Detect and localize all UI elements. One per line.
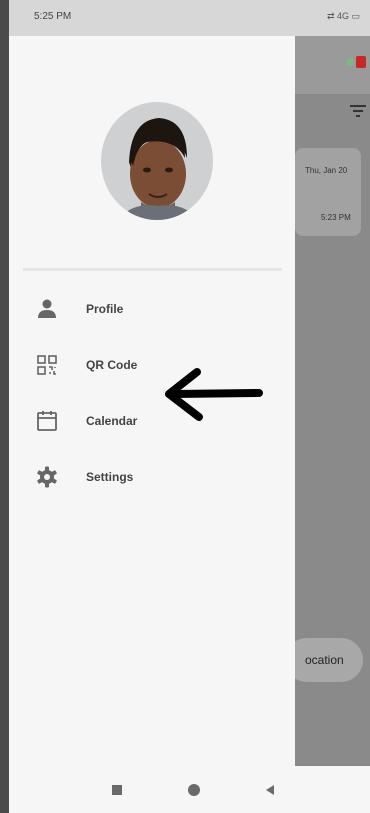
status-dot-icon bbox=[346, 58, 354, 66]
qr-code-icon bbox=[35, 353, 59, 377]
background-entry-card bbox=[295, 148, 361, 236]
divider bbox=[23, 268, 282, 271]
menu-item-settings[interactable]: Settings bbox=[9, 457, 295, 497]
status-bar: 5:25 PM ⇄ 4G ▭ bbox=[9, 0, 370, 36]
calendar-icon bbox=[35, 409, 59, 433]
menu-item-label: Settings bbox=[86, 470, 134, 484]
system-navigation-bar bbox=[9, 766, 370, 813]
location-button[interactable]: ocation bbox=[285, 638, 363, 682]
home-button[interactable] bbox=[187, 783, 201, 797]
notification-icon bbox=[356, 56, 366, 68]
filter-icon[interactable] bbox=[350, 104, 366, 123]
person-icon bbox=[35, 297, 59, 321]
location-button-label: ocation bbox=[305, 653, 344, 667]
entry-time: 5:23 PM bbox=[321, 213, 351, 222]
gear-icon bbox=[35, 465, 59, 489]
arrow-pointer-annotation bbox=[161, 367, 263, 428]
menu-item-profile[interactable]: Profile bbox=[9, 289, 295, 329]
menu-item-label: Calendar bbox=[86, 414, 138, 428]
menu-item-label: QR Code bbox=[86, 358, 138, 372]
recents-button[interactable] bbox=[110, 783, 124, 797]
navigation-drawer: Profile QR Code Calendar Settings bbox=[9, 36, 295, 766]
back-button[interactable] bbox=[263, 783, 277, 797]
entry-date: Thu, Jan 20 bbox=[305, 166, 348, 175]
avatar[interactable] bbox=[101, 102, 213, 220]
phone-screen: 5:25 PM ⇄ 4G ▭ Thu, Jan 20 5:23 PM ocati… bbox=[9, 0, 370, 813]
menu-item-label: Profile bbox=[86, 302, 124, 316]
status-time: 5:25 PM bbox=[34, 11, 72, 22]
status-icons: ⇄ 4G ▭ bbox=[326, 11, 360, 21]
